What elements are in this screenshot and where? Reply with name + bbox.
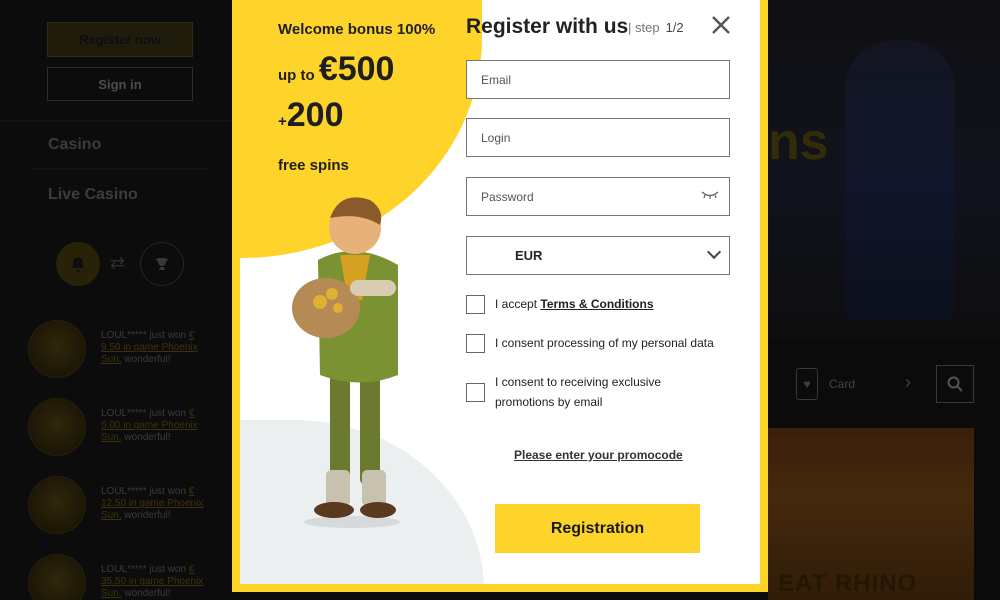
promo-email-label: I consent to receiving exclusive promoti…: [495, 375, 662, 409]
login-field[interactable]: [467, 119, 729, 156]
promo-email-checkbox[interactable]: [466, 382, 485, 402]
modal-title: Register with us: [466, 15, 629, 38]
password-field-wrapper: [466, 177, 730, 216]
personal-data-row: I consent processing of my personal data: [466, 333, 714, 353]
password-field[interactable]: [467, 178, 729, 215]
welcome-bonus-text: Welcome bonus 100%: [278, 21, 436, 38]
free-spins-text: free spins: [278, 157, 349, 174]
currency-value: EUR: [515, 248, 543, 263]
terms-label: I accept Terms & Conditions: [495, 297, 654, 311]
registration-modal: Welcome bonus 100% up to €500 +200 free …: [232, 0, 768, 592]
chevron-down-icon: [706, 244, 722, 260]
promo-email-row: I consent to receiving exclusive promoti…: [466, 372, 716, 412]
promocode-link[interactable]: Please enter your promocode: [514, 448, 683, 462]
bonus-spins: +200: [278, 96, 344, 134]
terms-checkbox[interactable]: [466, 294, 485, 314]
personal-data-checkbox[interactable]: [466, 333, 485, 353]
eye-closed-icon[interactable]: [701, 190, 719, 203]
email-field-wrapper: [466, 60, 730, 99]
login-field-wrapper: [466, 118, 730, 157]
registration-button[interactable]: Registration: [495, 504, 700, 553]
step-indicator: | step 1/2: [628, 20, 684, 35]
terms-link[interactable]: Terms & Conditions: [540, 297, 653, 311]
close-icon[interactable]: [709, 14, 733, 38]
terms-row: I accept Terms & Conditions: [466, 294, 654, 314]
leprechaun-character-image: [292, 197, 400, 528]
bonus-amount: up to €500: [278, 50, 395, 88]
personal-data-label: I consent processing of my personal data: [495, 336, 714, 350]
currency-select[interactable]: EUR: [466, 236, 730, 275]
email-field[interactable]: [467, 61, 729, 98]
